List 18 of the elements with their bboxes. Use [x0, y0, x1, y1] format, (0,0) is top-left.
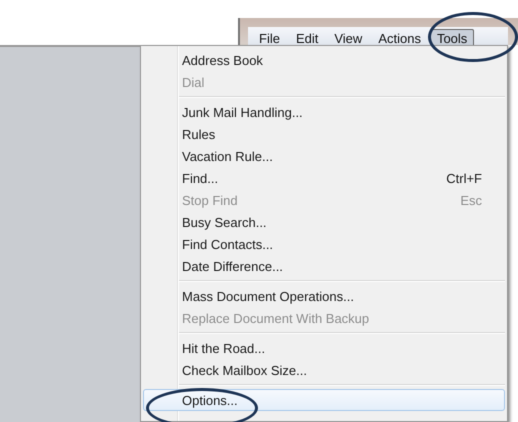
menu-item[interactable]: Address Book [143, 49, 505, 71]
menu-item[interactable]: Junk Mail Handling... [143, 101, 505, 123]
menu-item[interactable]: Mass Document Operations... [143, 285, 505, 307]
menu-bar-item[interactable]: Actions [371, 28, 428, 48]
menu-item[interactable]: Vacation Rule... [143, 145, 505, 167]
menu-bar-item[interactable]: Edit [288, 28, 326, 48]
menu-item[interactable]: Check Mailbox Size... [143, 359, 505, 381]
shortcut-label: Esc [460, 192, 482, 208]
menu-item[interactable]: Find... Ctrl+F [143, 167, 505, 189]
menu-bar-item[interactable]: File [252, 28, 287, 48]
menu-item[interactable]: Find Contacts... [143, 233, 505, 255]
menu-item[interactable]: Hit the Road... [143, 337, 505, 359]
menu-item[interactable]: Rules [143, 123, 505, 145]
shortcut-label: Ctrl+F [446, 170, 482, 186]
menu-bar-item[interactable]: View [327, 28, 370, 48]
menu-item[interactable]: Busy Search... [143, 211, 505, 233]
menu-item[interactable]: Options... [143, 389, 505, 411]
menu-item[interactable]: Date Difference... [143, 255, 505, 277]
